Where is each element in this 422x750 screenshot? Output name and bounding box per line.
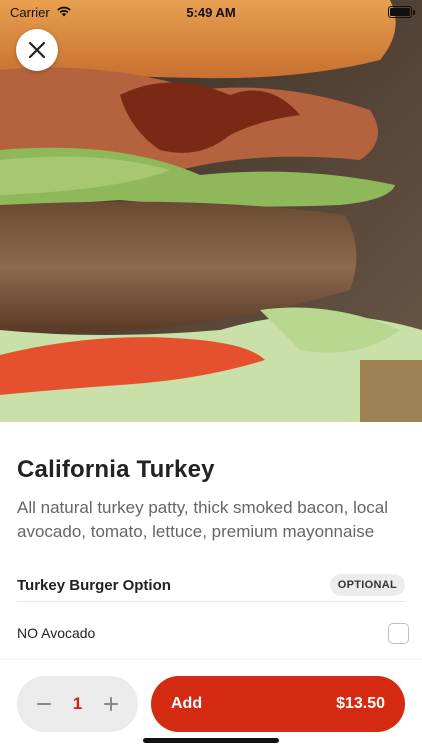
optional-badge: OPTIONAL <box>329 574 405 596</box>
battery-level <box>390 8 410 16</box>
burger-photo <box>0 0 422 422</box>
add-price: $13.50 <box>336 695 385 712</box>
carrier-label: Carrier <box>10 4 50 20</box>
home-indicator <box>143 738 279 743</box>
battery-icon <box>388 6 415 18</box>
increase-button[interactable] <box>100 693 122 715</box>
option-no-avocado[interactable]: NO Avocado <box>17 620 409 646</box>
status-bar: Carrier 5:49 AM <box>0 0 422 24</box>
divider <box>17 601 405 602</box>
item-title: California Turkey <box>17 456 215 483</box>
status-left: Carrier <box>10 5 72 20</box>
wifi-icon <box>56 5 72 20</box>
option-group-header: Turkey Burger Option OPTIONAL <box>17 570 405 600</box>
quantity-value: 1 <box>72 694 83 713</box>
close-button[interactable] <box>16 29 58 71</box>
add-to-cart-button[interactable]: Add $13.50 <box>151 676 405 732</box>
option-group-title: Turkey Burger Option <box>17 576 171 594</box>
bottom-bar: 1 Add $13.50 <box>0 660 422 750</box>
plus-icon <box>104 697 118 711</box>
option-checkbox[interactable] <box>388 622 409 644</box>
option-label: NO Avocado <box>17 625 96 641</box>
close-icon <box>28 41 46 59</box>
item-detail-screen: Carrier 5:49 AM California Turkey All na… <box>0 0 422 750</box>
hero-image <box>0 0 422 422</box>
decrease-button[interactable] <box>33 693 55 715</box>
add-label: Add <box>171 695 203 712</box>
quantity-stepper: 1 <box>17 676 138 732</box>
item-description: All natural turkey patty, thick smoked b… <box>17 498 389 541</box>
minus-icon <box>37 703 51 705</box>
